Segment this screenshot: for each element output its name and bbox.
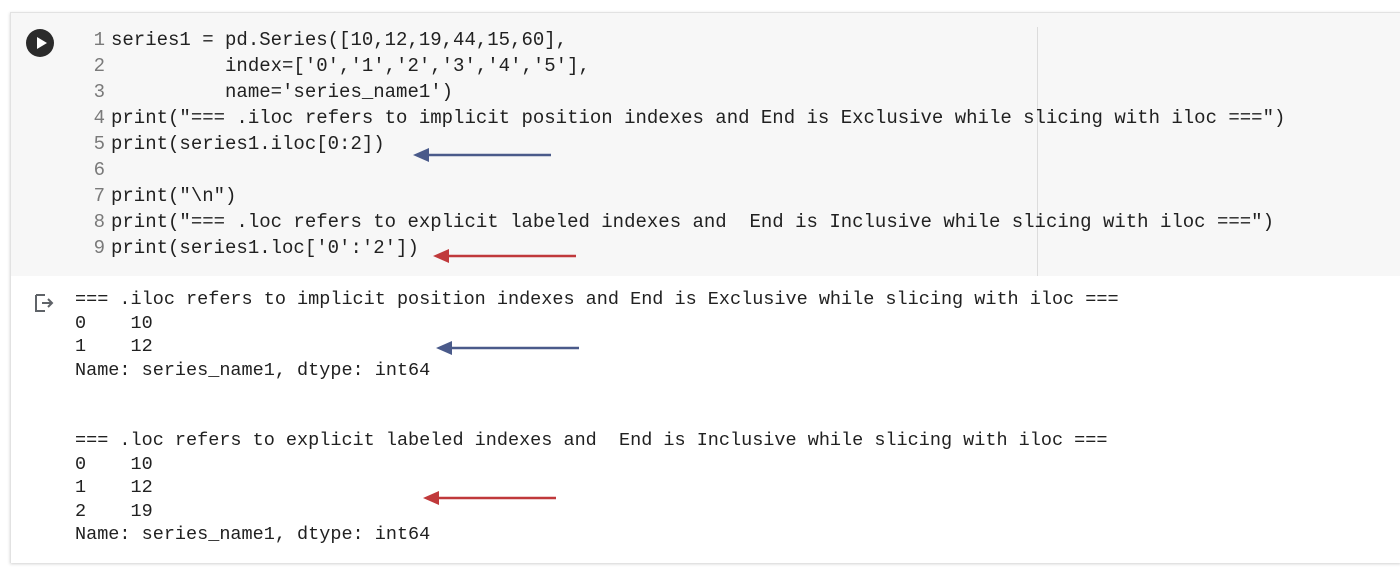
- code-line: 3 name='series_name1'): [77, 79, 1285, 105]
- blue-arrow-annotation: [413, 148, 551, 162]
- output-text: === .iloc refers to implicit position in…: [75, 288, 1119, 547]
- red-arrow-annotation: [433, 249, 576, 263]
- line-number: 3: [93, 81, 105, 103]
- code-text: print(series1.iloc[0:2]): [111, 133, 385, 155]
- output-redirect-icon[interactable]: [33, 292, 55, 314]
- code-text: print("\n"): [111, 185, 237, 207]
- code-text: index=['0','1','2','3','4','5'],: [111, 55, 590, 77]
- code-text: print("=== .loc refers to explicit label…: [111, 211, 1274, 233]
- code-text: name='series_name1'): [111, 81, 454, 103]
- line-number: 5: [93, 133, 105, 155]
- code-text: series1 = pd.Series([10,12,19,44,15,60],: [111, 29, 568, 51]
- line-number: 8: [93, 211, 105, 233]
- line-number: 4: [93, 107, 105, 129]
- code-text: print("=== .iloc refers to implicit posi…: [111, 107, 1286, 129]
- code-line: 2 index=['0','1','2','3','4','5'],: [77, 53, 1285, 79]
- code-line: 7 print("\n"): [77, 183, 1285, 209]
- code-text: print(series1.loc['0':'2']): [111, 237, 419, 259]
- output-line: Name: series_name1, dtype: int64: [75, 524, 431, 545]
- output-line: === .iloc refers to implicit position in…: [75, 289, 1119, 310]
- output-line: 0 10: [75, 312, 153, 334]
- output-line: 1 12: [75, 477, 153, 498]
- code-line: 6: [77, 157, 1285, 183]
- code-line: 4 print("=== .iloc refers to implicit pos…: [77, 105, 1286, 131]
- code-line: 1 series1 = pd.Series([10,12,19,44,15,60]…: [77, 27, 1285, 53]
- output-line: 2 19: [75, 500, 153, 522]
- notebook-page: 1 series1 = pd.Series([10,12,19,44,15,60]…: [0, 0, 1400, 569]
- output-line: === .loc refers to explicit labeled inde…: [75, 430, 1108, 451]
- cell-output: === .iloc refers to implicit position in…: [11, 276, 1400, 563]
- output-line: 0 10: [75, 453, 153, 475]
- run-cell-button[interactable]: [26, 29, 54, 57]
- code-line: 5 print(series1.iloc[0:2]): [77, 131, 1285, 157]
- line-number: 9: [93, 237, 105, 259]
- code-line: 8 print("=== .loc refers to explicit labe…: [77, 209, 1285, 235]
- line-number: 1: [93, 29, 105, 51]
- blue-arrow-annotation: [436, 341, 579, 355]
- red-arrow-annotation: [423, 491, 556, 505]
- line-number: 6: [93, 159, 105, 181]
- line-number: 2: [93, 55, 105, 77]
- code-editor[interactable]: 1 series1 = pd.Series([10,12,19,44,15,60]…: [11, 13, 1400, 276]
- play-icon: [37, 37, 47, 49]
- output-line: Name: series_name1, dtype: int64: [75, 359, 431, 381]
- output-line: 1 12: [75, 336, 153, 357]
- line-number: 7: [93, 185, 105, 207]
- notebook-cell: 1 series1 = pd.Series([10,12,19,44,15,60]…: [10, 12, 1400, 563]
- code-lines: 1 series1 = pd.Series([10,12,19,44,15,60]…: [77, 27, 1286, 261]
- code-line: 9 print(series1.loc['0':'2']): [77, 235, 1285, 261]
